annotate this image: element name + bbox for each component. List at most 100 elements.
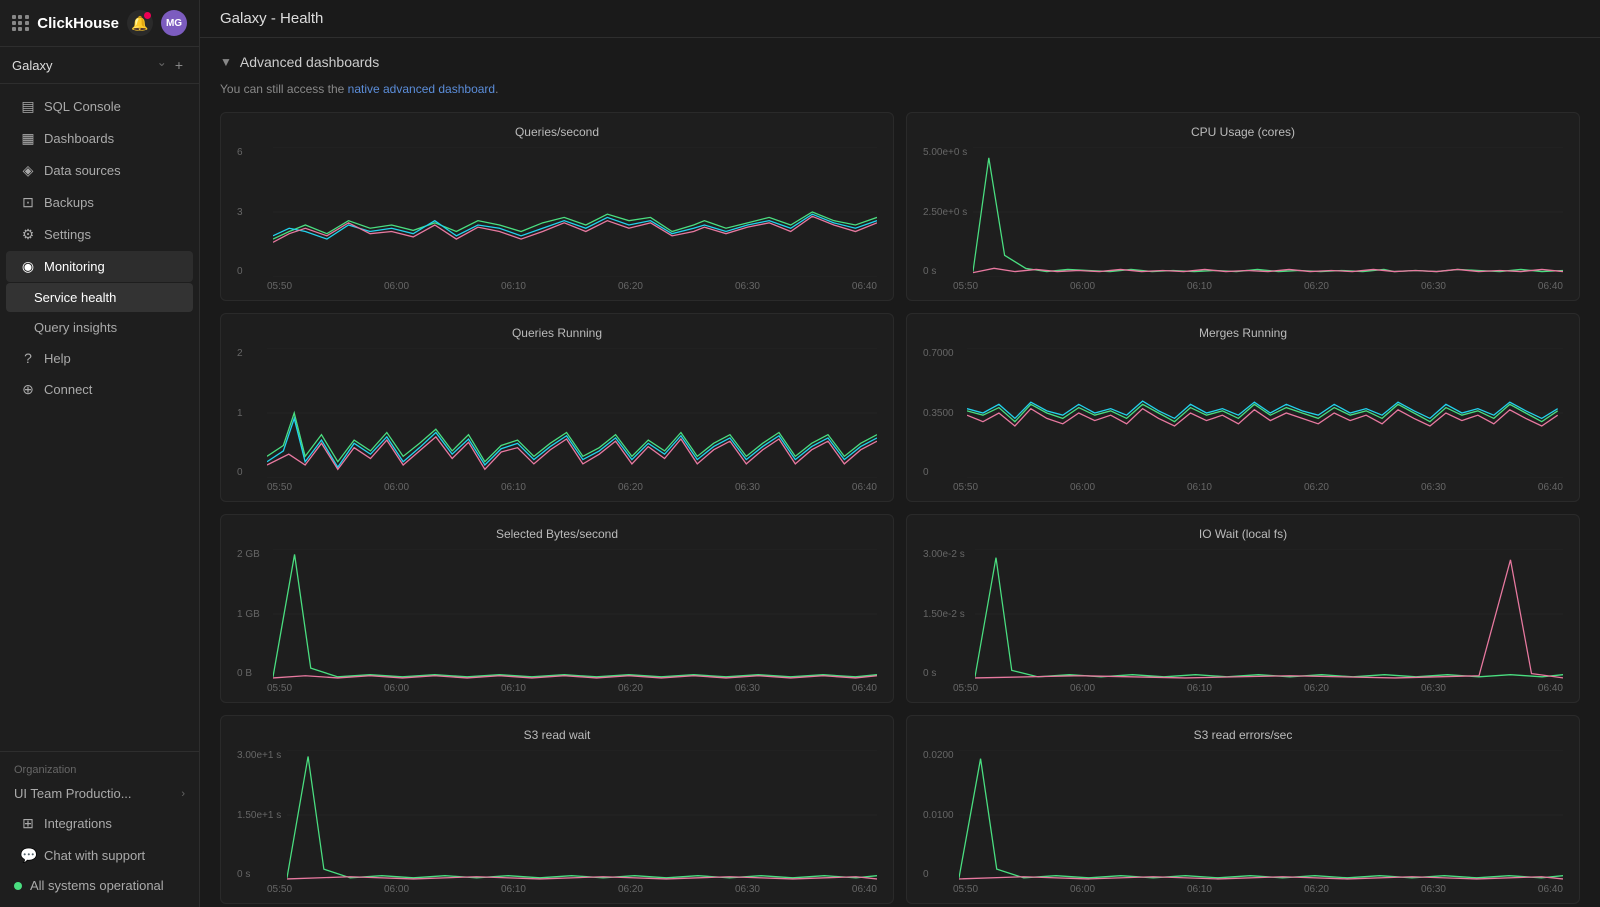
chart-area: 0.7000 0.3500 0 <box>923 348 1563 478</box>
banner-subtitle: You can still access the native advanced… <box>220 82 1580 96</box>
chart-area: 6 3 0 <box>237 147 877 277</box>
sidebar-item-integrations[interactable]: ⊞ Integrations <box>6 808 193 839</box>
settings-icon: ⚙ <box>20 226 36 243</box>
y-labels: 3.00e+1 s 1.50e+1 s 0 s <box>237 750 285 880</box>
chat-support-label: Chat with support <box>44 848 145 863</box>
chart-title: CPU Usage (cores) <box>923 125 1563 139</box>
integrations-label: Integrations <box>44 816 112 831</box>
sidebar: ClickHouse 🔔 MG Galaxy ⌄ + ▤ SQL Console… <box>0 0 200 907</box>
y-labels: 3.00e-2 s 1.50e-2 s 0 s <box>923 549 969 679</box>
dashboards-label: Dashboards <box>44 131 114 146</box>
chart-s3-read-errors: S3 read errors/sec 0.0200 0.0100 0 <box>906 715 1580 904</box>
sql-console-icon: ▤ <box>20 98 36 115</box>
sidebar-item-service-health[interactable]: Service health <box>6 283 193 312</box>
workspace-name: Galaxy <box>12 58 52 73</box>
chart-title: Selected Bytes/second <box>237 527 877 541</box>
chart-title: S3 read wait <box>237 728 877 742</box>
y-labels: 2 1 0 <box>237 348 247 478</box>
dashboards-icon: ▦ <box>20 130 36 147</box>
help-label: Help <box>44 351 71 366</box>
data-sources-icon: ◈ <box>20 162 36 179</box>
advanced-dashboards-title: Advanced dashboards <box>240 54 379 70</box>
sidebar-footer: Organization UI Team Productio... › ⊞ In… <box>0 751 199 907</box>
x-labels: 05:50 06:00 06:10 06:20 06:30 06:40 <box>923 478 1563 493</box>
chart-s3-read-wait: S3 read wait 3.00e+1 s 1.50e+1 s 0 s <box>220 715 894 904</box>
main-content: Galaxy - Health ▼ Advanced dashboards Yo… <box>200 0 1600 907</box>
chart-area: 3.00e-2 s 1.50e-2 s 0 s <box>923 549 1563 679</box>
sidebar-item-data-sources[interactable]: ◈ Data sources <box>6 155 193 186</box>
chart-cpu-usage: CPU Usage (cores) 5.00e+0 s 2.50e+0 s 0 … <box>906 112 1580 301</box>
x-labels: 05:50 06:00 06:10 06:20 06:30 06:40 <box>923 679 1563 694</box>
x-labels: 05:50 06:00 06:10 06:20 06:30 06:40 <box>237 679 877 694</box>
avatar[interactable]: MG <box>161 10 187 36</box>
y-labels: 2 GB 1 GB 0 B <box>237 549 264 679</box>
chart-title: IO Wait (local fs) <box>923 527 1563 541</box>
sidebar-item-connect[interactable]: ⊕ Connect <box>6 374 193 405</box>
chat-icon: 💬 <box>20 847 36 864</box>
page-title: Galaxy - Health <box>220 10 323 27</box>
x-labels: 05:50 06:00 06:10 06:20 06:30 06:40 <box>237 478 877 493</box>
chart-title: Queries Running <box>237 326 877 340</box>
help-icon: ? <box>20 350 36 366</box>
system-status: All systems operational <box>0 872 199 899</box>
backups-label: Backups <box>44 195 94 210</box>
settings-label: Settings <box>44 227 91 242</box>
chart-io-wait: IO Wait (local fs) 3.00e-2 s 1.50e-2 s 0… <box>906 514 1580 703</box>
chart-area: 3.00e+1 s 1.50e+1 s 0 s <box>237 750 877 880</box>
x-labels: 05:50 06:00 06:10 06:20 06:30 06:40 <box>237 880 877 895</box>
content-area: ▼ Advanced dashboards You can still acce… <box>200 38 1600 907</box>
sidebar-item-chat-support[interactable]: 💬 Chat with support <box>6 840 193 871</box>
chart-area: 2 GB 1 GB 0 B <box>237 549 877 679</box>
monitoring-icon: ◉ <box>20 258 36 275</box>
app-name: ClickHouse <box>37 15 119 32</box>
sidebar-item-monitoring[interactable]: ◉ Monitoring <box>6 251 193 282</box>
y-labels: 0.7000 0.3500 0 <box>923 348 958 478</box>
connect-label: Connect <box>44 382 92 397</box>
notifications-icon[interactable]: 🔔 <box>127 10 153 36</box>
x-labels: 05:50 06:00 06:10 06:20 06:30 06:40 <box>923 880 1563 895</box>
org-name: UI Team Productio... <box>14 786 132 801</box>
y-labels: 6 3 0 <box>237 147 247 277</box>
data-sources-label: Data sources <box>44 163 121 178</box>
chart-queries-per-second: Queries/second 6 3 0 <box>220 112 894 301</box>
monitoring-label: Monitoring <box>44 259 105 274</box>
sql-console-label: SQL Console <box>44 99 121 114</box>
chart-title: S3 read errors/sec <box>923 728 1563 742</box>
chart-grid: Queries/second 6 3 0 <box>220 112 1580 907</box>
add-workspace-button[interactable]: + <box>171 55 187 75</box>
chart-selected-bytes: Selected Bytes/second 2 GB 1 GB 0 B <box>220 514 894 703</box>
chart-title: Merges Running <box>923 326 1563 340</box>
integrations-icon: ⊞ <box>20 815 36 832</box>
banner-chevron[interactable]: ▼ <box>220 55 232 69</box>
sidebar-item-backups[interactable]: ⊡ Backups <box>6 187 193 218</box>
sidebar-item-query-insights[interactable]: Query insights <box>6 313 193 342</box>
sidebar-item-sql-console[interactable]: ▤ SQL Console <box>6 91 193 122</box>
status-label: All systems operational <box>30 878 164 893</box>
workspace-selector[interactable]: Galaxy ⌄ + <box>0 47 199 84</box>
y-labels: 0.0200 0.0100 0 <box>923 750 958 880</box>
status-dot <box>14 882 22 890</box>
logo-icon <box>12 15 29 31</box>
sidebar-header: ClickHouse 🔔 MG <box>0 0 199 47</box>
nav-section: ▤ SQL Console ▦ Dashboards ◈ Data source… <box>0 84 199 751</box>
native-dashboard-link[interactable]: native advanced dashboard <box>348 82 495 96</box>
connect-icon: ⊕ <box>20 381 36 398</box>
chart-area: 0.0200 0.0100 0 <box>923 750 1563 880</box>
chart-queries-running: Queries Running 2 1 0 <box>220 313 894 502</box>
org-selector[interactable]: UI Team Productio... › <box>0 780 199 807</box>
service-health-label: Service health <box>34 290 116 305</box>
advanced-dashboards-banner: ▼ Advanced dashboards <box>220 54 1580 70</box>
backups-icon: ⊡ <box>20 194 36 211</box>
query-insights-label: Query insights <box>34 320 117 335</box>
org-label: Organization <box>0 760 199 780</box>
y-labels: 5.00e+0 s 2.50e+0 s 0 s <box>923 147 971 277</box>
chart-area: 2 1 0 <box>237 348 877 478</box>
x-labels: 05:50 06:00 06:10 06:20 06:30 06:40 <box>237 277 877 292</box>
chart-title: Queries/second <box>237 125 877 139</box>
sidebar-item-help[interactable]: ? Help <box>6 343 193 373</box>
chart-area: 5.00e+0 s 2.50e+0 s 0 s <box>923 147 1563 277</box>
topbar: Galaxy - Health <box>200 0 1600 38</box>
sidebar-item-dashboards[interactable]: ▦ Dashboards <box>6 123 193 154</box>
sidebar-item-settings[interactable]: ⚙ Settings <box>6 219 193 250</box>
chart-merges-running: Merges Running 0.7000 0.3500 0 <box>906 313 1580 502</box>
